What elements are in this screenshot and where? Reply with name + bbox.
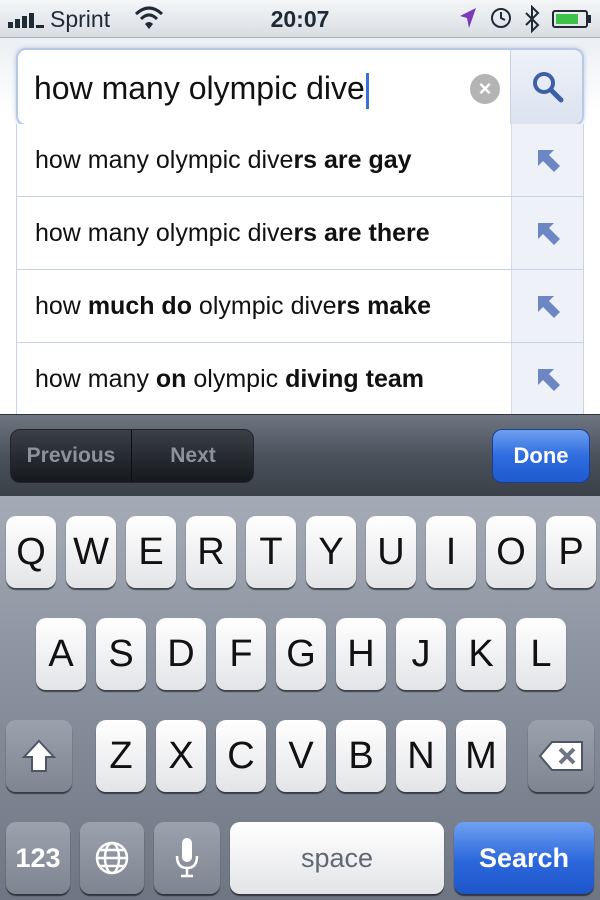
key-b[interactable]: B xyxy=(336,720,386,792)
text-cursor xyxy=(365,72,369,109)
fill-query-button[interactable] xyxy=(511,343,583,414)
search-button[interactable] xyxy=(510,50,582,124)
search-query-text: how many olympic dive xyxy=(34,70,365,106)
suggestion-bold-part: on xyxy=(155,365,187,393)
suggestion-bold-part: rs are gay xyxy=(293,146,412,174)
key-e[interactable]: E xyxy=(126,516,176,588)
key-i[interactable]: I xyxy=(426,516,476,588)
key-c[interactable]: C xyxy=(216,720,266,792)
suggestion-part: how many xyxy=(35,365,156,393)
microphone-icon xyxy=(175,838,199,878)
form-toolbar: Previous Next Done xyxy=(0,414,600,496)
key-x[interactable]: X xyxy=(156,720,206,792)
arrow-up-left-icon xyxy=(538,150,560,172)
status-bar: Sprint 20:07 xyxy=(0,0,600,38)
search-area: how many olympic dive × how many olympic… xyxy=(0,38,600,414)
suggestion-part: olympic xyxy=(186,365,286,393)
fill-query-button[interactable] xyxy=(511,124,583,196)
key-j[interactable]: J xyxy=(396,618,446,690)
keyboard: 123 space Search QWERTYUIOP ASDFGHJKL ZXCV… xyxy=(0,496,600,900)
suggestion-part: how xyxy=(35,292,88,320)
suggestion-list: how many olympic divers are gay how many … xyxy=(16,124,584,414)
suggestion-bold-part: rs make xyxy=(336,292,432,320)
key-l[interactable]: L xyxy=(516,618,566,690)
suggestion-row[interactable]: how many olympic divers are gay xyxy=(17,124,583,197)
fill-query-button[interactable] xyxy=(511,197,583,269)
prev-next-control: Previous Next xyxy=(10,429,254,483)
globe-key[interactable] xyxy=(80,822,144,894)
search-key[interactable]: Search xyxy=(454,822,594,894)
key-w[interactable]: W xyxy=(66,516,116,588)
key-p[interactable]: P xyxy=(546,516,596,588)
key-u[interactable]: U xyxy=(366,516,416,588)
suggestion-bold-part: diving team xyxy=(285,365,424,393)
search-box: how many olympic dive × xyxy=(16,48,584,126)
backspace-key[interactable] xyxy=(528,720,594,792)
key-d[interactable]: D xyxy=(156,618,206,690)
arrow-up-left-icon xyxy=(538,223,560,245)
key-m[interactable]: M xyxy=(456,720,506,792)
key-o[interactable]: O xyxy=(486,516,536,588)
suggestion-row[interactable]: how many on olympic diving team xyxy=(17,343,583,414)
key-y[interactable]: Y xyxy=(306,516,356,588)
suggestion-text: how many on olympic diving team xyxy=(35,365,424,394)
key-g[interactable]: G xyxy=(276,618,326,690)
numbers-key[interactable]: 123 xyxy=(6,822,70,894)
battery-icon xyxy=(552,10,591,28)
space-key[interactable]: space xyxy=(230,822,444,894)
key-q[interactable]: Q xyxy=(6,516,56,588)
done-button[interactable]: Done xyxy=(492,429,590,483)
location-icon xyxy=(460,8,476,28)
key-r[interactable]: R xyxy=(186,516,236,588)
suggestion-row[interactable]: how many olympic divers are there xyxy=(17,197,583,270)
shift-key[interactable] xyxy=(6,720,72,792)
magnifier-icon xyxy=(533,72,564,103)
key-n[interactable]: N xyxy=(396,720,446,792)
suggestion-text: how many olympic divers are gay xyxy=(35,146,412,175)
clear-icon[interactable]: × xyxy=(470,74,500,104)
key-a[interactable]: A xyxy=(36,618,86,690)
suggestion-part: olympic dive xyxy=(191,292,337,320)
key-h[interactable]: H xyxy=(336,618,386,690)
suggestion-part: how many olympic dive xyxy=(35,146,294,174)
search-input[interactable]: how many olympic dive xyxy=(34,68,474,109)
shift-arrow-icon xyxy=(21,739,57,772)
suggestion-text: how much do olympic divers make xyxy=(35,292,431,321)
bluetooth-icon xyxy=(525,5,540,33)
suggestion-bold-part: rs are there xyxy=(293,219,430,247)
key-z[interactable]: Z xyxy=(96,720,146,792)
previous-button[interactable]: Previous xyxy=(11,430,132,482)
arrow-up-left-icon xyxy=(538,369,560,391)
key-f[interactable]: F xyxy=(216,618,266,690)
arrow-up-left-icon xyxy=(538,296,560,318)
key-t[interactable]: T xyxy=(246,516,296,588)
fill-query-button[interactable] xyxy=(511,270,583,342)
suggestion-part: how many olympic dive xyxy=(35,219,294,247)
globe-icon xyxy=(95,841,129,875)
backspace-icon xyxy=(538,741,583,771)
microphone-key[interactable] xyxy=(154,822,220,894)
key-k[interactable]: K xyxy=(456,618,506,690)
suggestion-text: how many olympic divers are there xyxy=(35,219,430,248)
key-v[interactable]: V xyxy=(276,720,326,792)
suggestion-bold-part: much do xyxy=(87,292,192,320)
clock-icon xyxy=(491,8,511,28)
key-s[interactable]: S xyxy=(96,618,146,690)
suggestion-row[interactable]: how much do olympic divers make xyxy=(17,270,583,343)
next-button[interactable]: Next xyxy=(133,430,253,482)
